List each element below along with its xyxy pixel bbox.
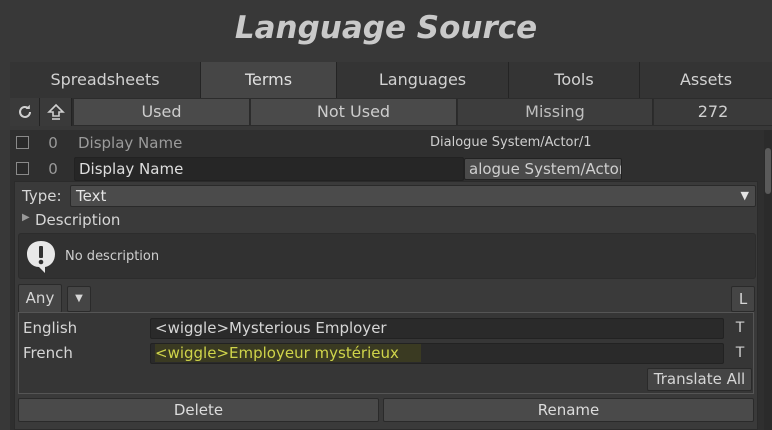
tab-assets[interactable]: Assets	[640, 62, 772, 98]
language-filter-dropdown[interactable]: Any	[18, 284, 62, 313]
type-label: Type:	[22, 187, 62, 205]
translate-all-button[interactable]: Translate All	[647, 368, 752, 391]
table-row-selected[interactable]: 0 Display Name alogue System/Actor	[10, 156, 764, 181]
up-arrow-icon	[46, 103, 65, 120]
upload-button[interactable]	[40, 98, 72, 126]
tab-spreadsheets[interactable]: Spreadsheets	[10, 62, 201, 98]
exclamation-icon	[27, 241, 55, 273]
page-title: Language Source	[234, 10, 538, 46]
language-name-english: English	[23, 319, 78, 337]
translation-field-english[interactable]: <wiggle>Mysterious Employer	[150, 318, 724, 339]
tab-terms[interactable]: Terms	[201, 62, 337, 98]
description-text: No description	[65, 249, 160, 264]
delete-button[interactable]: Delete	[18, 398, 379, 422]
term-category: Dialogue System/Actor/1	[430, 135, 592, 150]
language-name-french: French	[23, 344, 73, 362]
refresh-icon	[18, 104, 31, 118]
type-value: Text	[76, 187, 107, 205]
chevron-down-icon: ▼	[740, 189, 749, 202]
description-box: No description	[18, 233, 756, 279]
filter-missing[interactable]: Missing	[458, 99, 653, 125]
row-count: 0	[48, 160, 58, 178]
translation-text-french: <wiggle>Employeur mystérieux	[155, 344, 421, 362]
tab-languages[interactable]: Languages	[337, 62, 509, 98]
tab-tools[interactable]: Tools	[509, 62, 640, 98]
translate-button-english[interactable]: T	[730, 318, 750, 339]
categories-dropdown[interactable]: 272 categories	[654, 99, 772, 147]
filter-not-used[interactable]: Not Used	[251, 99, 457, 125]
translate-button-french[interactable]: T	[730, 343, 750, 364]
term-name: Display Name	[78, 134, 183, 152]
term-category-input[interactable]: alogue System/Actor	[464, 158, 622, 180]
rename-button[interactable]: Rename	[383, 398, 754, 422]
l-button[interactable]: L	[731, 286, 755, 312]
row-checkbox[interactable]	[16, 136, 29, 149]
row-checkbox[interactable]	[16, 162, 29, 175]
description-foldout[interactable]: Description	[35, 211, 120, 229]
refresh-button[interactable]	[10, 98, 40, 126]
type-dropdown[interactable]: Text ▼	[70, 185, 756, 207]
scrollbar-thumb[interactable]	[765, 148, 771, 194]
triangle-right-icon[interactable]: ▶	[22, 212, 30, 223]
translation-field-french[interactable]: <wiggle>Employeur mystérieux	[150, 343, 724, 364]
row-count: 0	[48, 134, 58, 152]
filter-used[interactable]: Used	[74, 99, 250, 125]
table-row[interactable]: 0 Display Name Dialogue System/Actor/1	[10, 131, 764, 156]
term-name-input[interactable]: Display Name	[74, 157, 464, 181]
chevron-down-icon[interactable]: ▼	[67, 286, 91, 312]
